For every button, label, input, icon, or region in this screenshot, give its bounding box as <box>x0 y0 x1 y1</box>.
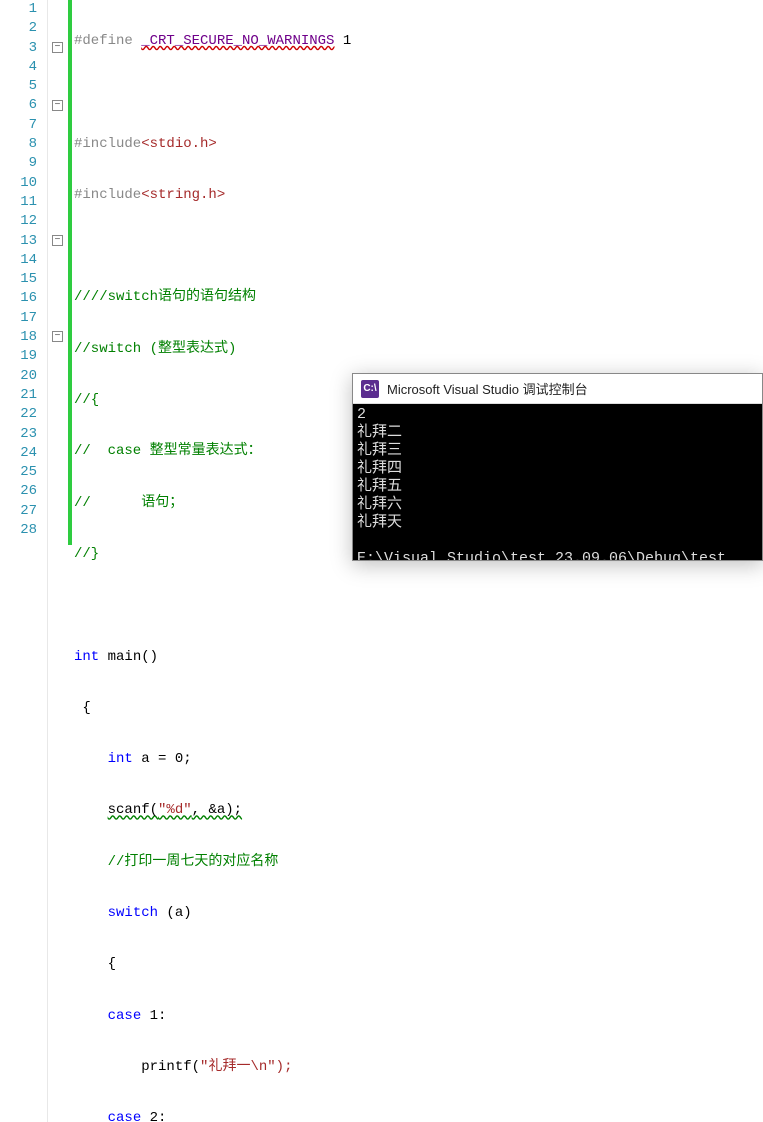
console-icon: C:\ <box>361 380 379 398</box>
function-token: printf <box>141 1059 191 1075</box>
line-number: 2 <box>0 19 37 38</box>
console-line: 礼拜二 <box>357 424 402 441</box>
keyword-token: int <box>74 649 99 665</box>
line-number: 21 <box>0 386 37 405</box>
line-number: 3 <box>0 39 37 58</box>
line-number: 8 <box>0 135 37 154</box>
code-token: 1: <box>141 1008 166 1024</box>
keyword-token: case <box>108 1110 142 1122</box>
console-line: E:\Visual Studio\test 23.09.06\Debug\tes… <box>357 550 726 560</box>
escape-token: \n <box>250 1059 267 1075</box>
line-number: 17 <box>0 309 37 328</box>
console-line: 礼拜天 <box>357 514 402 531</box>
console-line: 礼拜三 <box>357 442 402 459</box>
code-text-area[interactable]: #define _CRT_SECURE_NO_WARNINGS 1 #inclu… <box>68 0 763 1122</box>
comment-token: //switch (整型表达式) <box>74 341 236 357</box>
code-token: (a) <box>158 905 192 921</box>
line-number: 13 <box>0 232 37 251</box>
fold-column: − − − − <box>48 0 68 1122</box>
console-line: 2 <box>357 406 366 423</box>
console-line: 礼拜四 <box>357 460 402 477</box>
line-number: 16 <box>0 289 37 308</box>
code-token: ( <box>150 802 158 818</box>
string-token: "); <box>267 1059 292 1075</box>
line-number: 6 <box>0 96 37 115</box>
macro-token: _CRT_SECURE_NO_WARNINGS <box>141 33 334 49</box>
line-number: 7 <box>0 116 37 135</box>
comment-token: ////switch语句的语句结构 <box>74 289 256 305</box>
line-number: 15 <box>0 270 37 289</box>
line-number: 9 <box>0 154 37 173</box>
line-number: 14 <box>0 251 37 270</box>
code-token: main() <box>99 649 158 665</box>
line-number-gutter: 1 2 3 4 5 6 7 8 9 10 11 12 13 14 15 16 1… <box>0 0 48 1122</box>
line-number: 24 <box>0 444 37 463</box>
code-token: ( <box>192 1059 200 1075</box>
fold-toggle[interactable]: − <box>52 235 63 246</box>
preproc-token: #include <box>74 187 141 203</box>
console-titlebar[interactable]: C:\ Microsoft Visual Studio 调试控制台 <box>353 374 762 404</box>
preproc-token: #define <box>74 33 133 49</box>
line-number: 5 <box>0 77 37 96</box>
function-token: scanf <box>108 802 150 818</box>
line-number: 18 <box>0 328 37 347</box>
fold-toggle[interactable]: − <box>52 42 63 53</box>
line-number: 20 <box>0 367 37 386</box>
keyword-token: int <box>108 751 133 767</box>
line-number: 12 <box>0 212 37 231</box>
code-token: , &a); <box>192 802 242 818</box>
fold-toggle[interactable]: − <box>52 100 63 111</box>
code-editor[interactable]: 1 2 3 4 5 6 7 8 9 10 11 12 13 14 15 16 1… <box>0 0 763 1122</box>
comment-token: //打印一周七天的对应名称 <box>108 854 279 870</box>
console-title-text: Microsoft Visual Studio 调试控制台 <box>387 379 588 398</box>
comment-token: // case 整型常量表达式： <box>74 443 262 459</box>
preproc-token: #include <box>74 136 141 152</box>
comment-token: //} <box>74 546 99 562</box>
string-token: "%d" <box>158 802 192 818</box>
line-number: 28 <box>0 521 37 540</box>
console-line: 礼拜五 <box>357 478 402 495</box>
comment-token: //{ <box>74 392 99 408</box>
line-number: 11 <box>0 193 37 212</box>
string-token: "礼拜一 <box>200 1059 250 1075</box>
include-path-token: <string.h> <box>141 187 225 203</box>
line-number: 22 <box>0 405 37 424</box>
code-token: 2: <box>141 1110 166 1122</box>
fold-toggle[interactable]: − <box>52 331 63 342</box>
include-path-token: <stdio.h> <box>141 136 217 152</box>
line-number: 4 <box>0 58 37 77</box>
brace-token: { <box>82 700 90 716</box>
debug-console-window[interactable]: C:\ Microsoft Visual Studio 调试控制台 2 礼拜二 … <box>352 373 763 561</box>
literal-token: 1 <box>334 33 351 49</box>
line-number: 27 <box>0 502 37 521</box>
keyword-token: switch <box>108 905 158 921</box>
line-number: 23 <box>0 425 37 444</box>
comment-token: // 语句； <box>74 495 183 511</box>
line-number: 19 <box>0 347 37 366</box>
line-number: 26 <box>0 482 37 501</box>
console-output[interactable]: 2 礼拜二 礼拜三 礼拜四 礼拜五 礼拜六 礼拜天 E:\Visual Stud… <box>353 404 762 560</box>
brace-token: { <box>108 956 116 972</box>
console-line: 礼拜六 <box>357 496 402 513</box>
line-number: 1 <box>0 0 37 19</box>
keyword-token: case <box>108 1008 142 1024</box>
line-number: 25 <box>0 463 37 482</box>
line-number: 10 <box>0 174 37 193</box>
code-token: a = 0; <box>133 751 192 767</box>
